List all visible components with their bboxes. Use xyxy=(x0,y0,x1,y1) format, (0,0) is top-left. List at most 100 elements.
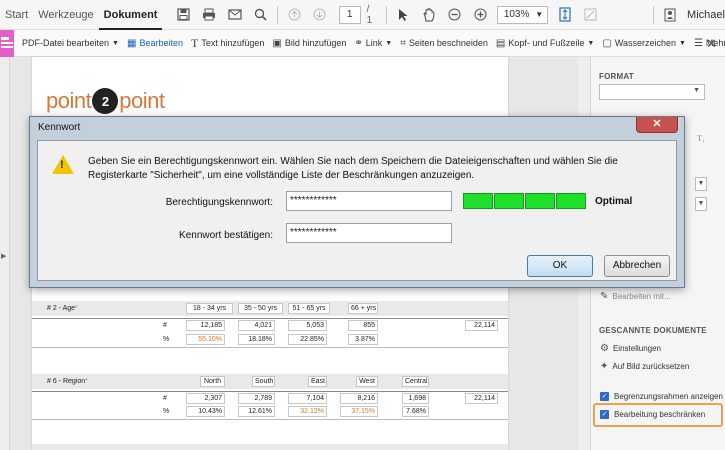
dropdown-toggle[interactable]: ▼ xyxy=(695,177,707,191)
chevron-down-icon: ▼ xyxy=(385,39,393,47)
text-icon: T xyxy=(190,35,199,50)
password-strength-meter xyxy=(463,193,587,209)
crop-icon: ⌗ xyxy=(400,37,406,49)
table-cell: 32.12% xyxy=(288,406,327,417)
close-button[interactable]: ✕ xyxy=(636,117,678,133)
divider xyxy=(32,318,508,319)
header-footer-button[interactable]: ▤ Kopf- und Fußzeile ▼ xyxy=(496,38,594,49)
table-age-title: # 2 - Age* xyxy=(47,305,78,312)
restrict-editing-checkbox[interactable]: ✓ Bearbeitung beschränken xyxy=(600,410,705,419)
password-strength-label: Optimal xyxy=(595,196,633,207)
table-cell: 37.15% xyxy=(340,406,378,417)
table-cell: 8,216 xyxy=(340,393,378,404)
link-button[interactable]: ⚭ Link ▼ xyxy=(354,38,392,49)
show-bounding-box-checkbox[interactable]: ✓ Begrenzungsrahmen anzeigen xyxy=(600,392,723,401)
user-icon[interactable] xyxy=(664,7,677,23)
link-label: Link xyxy=(365,38,383,48)
tab-start[interactable]: Start xyxy=(0,0,33,30)
reset-label: Auf Bild zurücksetzen xyxy=(612,362,690,371)
add-text-button[interactable]: T Text hinzufügen xyxy=(191,36,264,51)
zoom-select[interactable]: 103% ▼ xyxy=(496,5,549,24)
zoom-out-icon[interactable] xyxy=(448,7,461,23)
select-cursor-icon[interactable] xyxy=(397,7,410,23)
tab-dokument[interactable]: Dokument xyxy=(98,0,163,30)
fullscreen-icon[interactable] xyxy=(584,7,597,23)
table-header: Central xyxy=(402,376,429,387)
table-header: 51 - 65 yrs xyxy=(288,303,330,314)
restrict-label: Bearbeitung beschränken xyxy=(614,410,706,419)
table-cell: 12.61% xyxy=(238,406,275,417)
table-region-label: # 6 - Region xyxy=(47,378,86,385)
watermark-button[interactable]: ▢ Wasserzeichen ▼ xyxy=(602,38,686,49)
edit-with-button[interactable]: ✎ Bearbeiten mit... xyxy=(600,291,671,302)
dropdown-toggle[interactable]: ▼ xyxy=(695,197,707,211)
scanned-docs-heading: GESCANNTE DOKUMENTE xyxy=(599,326,707,335)
page-number-input[interactable]: 1 xyxy=(338,5,361,24)
logo-number: 2 xyxy=(101,93,109,109)
pct-symbol: % xyxy=(163,336,170,343)
tab-werkzeuge[interactable]: Werkzeuge xyxy=(33,0,98,30)
table-header: North xyxy=(200,376,225,387)
crop-label: Seiten beschneiden xyxy=(408,38,488,48)
permission-password-input[interactable]: ************ xyxy=(286,191,452,211)
table-cell: 55.10% xyxy=(186,334,225,345)
search-icon[interactable] xyxy=(254,7,267,23)
hand-icon[interactable] xyxy=(422,7,436,23)
page-down-icon[interactable] xyxy=(313,7,326,23)
format-heading: FORMAT xyxy=(599,72,634,81)
fit-page-icon[interactable] xyxy=(558,7,571,23)
settings-button[interactable]: ⚙ Einstellungen xyxy=(600,343,661,354)
chevron-down-icon: ▼ xyxy=(693,87,700,94)
logo-text-right: point xyxy=(119,88,165,113)
chevron-down-icon: ▼ xyxy=(679,39,686,47)
mail-icon[interactable] xyxy=(228,7,242,23)
user-name[interactable]: Michael xyxy=(687,9,725,21)
table-cell: 12,185 xyxy=(186,320,225,331)
table-header: 18 - 34 yrs xyxy=(186,303,233,314)
table-age-label: # 2 - Age xyxy=(47,305,76,312)
strength-segment xyxy=(525,193,555,209)
chevron-right-icon: ▶ xyxy=(1,253,7,260)
font-select[interactable]: ▼ xyxy=(599,84,705,100)
table-cell: 855 xyxy=(348,320,378,331)
close-icon[interactable]: ✕ xyxy=(706,36,717,52)
edit-pdf-menu[interactable]: PDF-Datei bearbeiten ▼ xyxy=(22,38,119,48)
separator xyxy=(385,5,387,24)
crop-pages-button[interactable]: ⌗ Seiten beschneiden xyxy=(400,38,488,49)
steering-wheel-icon: 2 xyxy=(92,88,119,114)
password-dialog: Kennwort ✕ ! Geben Sie ein Berechtigungs… xyxy=(29,116,685,288)
cancel-button[interactable]: Abbrechen xyxy=(604,255,670,277)
dialog-message: Geben Sie ein Berechtigungskennwort ein.… xyxy=(88,156,618,181)
table-header: 35 - 50 yrs xyxy=(238,303,283,314)
subscript-icon[interactable]: T₁ xyxy=(697,134,705,143)
table-header: South xyxy=(252,376,275,387)
reset-to-image-button[interactable]: ✦ Auf Bild zurücksetzen xyxy=(600,361,689,372)
ok-button[interactable]: OK xyxy=(527,255,593,277)
table-total: 22,114 xyxy=(465,320,498,331)
zoom-in-icon[interactable] xyxy=(473,7,487,23)
print-icon[interactable] xyxy=(202,7,216,23)
edit-button[interactable]: ▦ Bearbeiten xyxy=(127,38,183,49)
add-image-button[interactable]: ▣ Bild hinzufügen xyxy=(272,38,346,49)
zoom-value: 103% xyxy=(503,8,530,20)
page-up-icon[interactable] xyxy=(288,7,301,23)
divider xyxy=(32,419,508,420)
settings-label: Einstellungen xyxy=(612,344,662,353)
add-text-label: Text hinzufügen xyxy=(201,38,265,48)
count-symbol: # xyxy=(163,395,167,402)
page-total: / 1 xyxy=(366,3,373,26)
bounding-label: Begrenzungsrahmen anzeigen xyxy=(614,392,723,401)
left-panel-toggle[interactable]: ▶ xyxy=(0,57,10,450)
header-footer-label: Kopf- und Fußzeile xyxy=(508,38,585,48)
pct-symbol: % xyxy=(163,408,170,415)
checkbox-checked-icon: ✓ xyxy=(600,410,609,419)
table-cell: 22.85% xyxy=(288,334,327,345)
table-cell: 3.87% xyxy=(348,334,378,345)
table-header: West xyxy=(356,376,378,387)
confirm-password-input[interactable]: ************ xyxy=(286,223,452,243)
divider xyxy=(32,391,508,392)
table-header: 66 + yrs xyxy=(348,303,378,314)
dialog-title: Kennwort xyxy=(38,122,81,133)
save-icon[interactable] xyxy=(176,7,190,23)
chevron-down-icon: ▼ xyxy=(587,39,595,47)
